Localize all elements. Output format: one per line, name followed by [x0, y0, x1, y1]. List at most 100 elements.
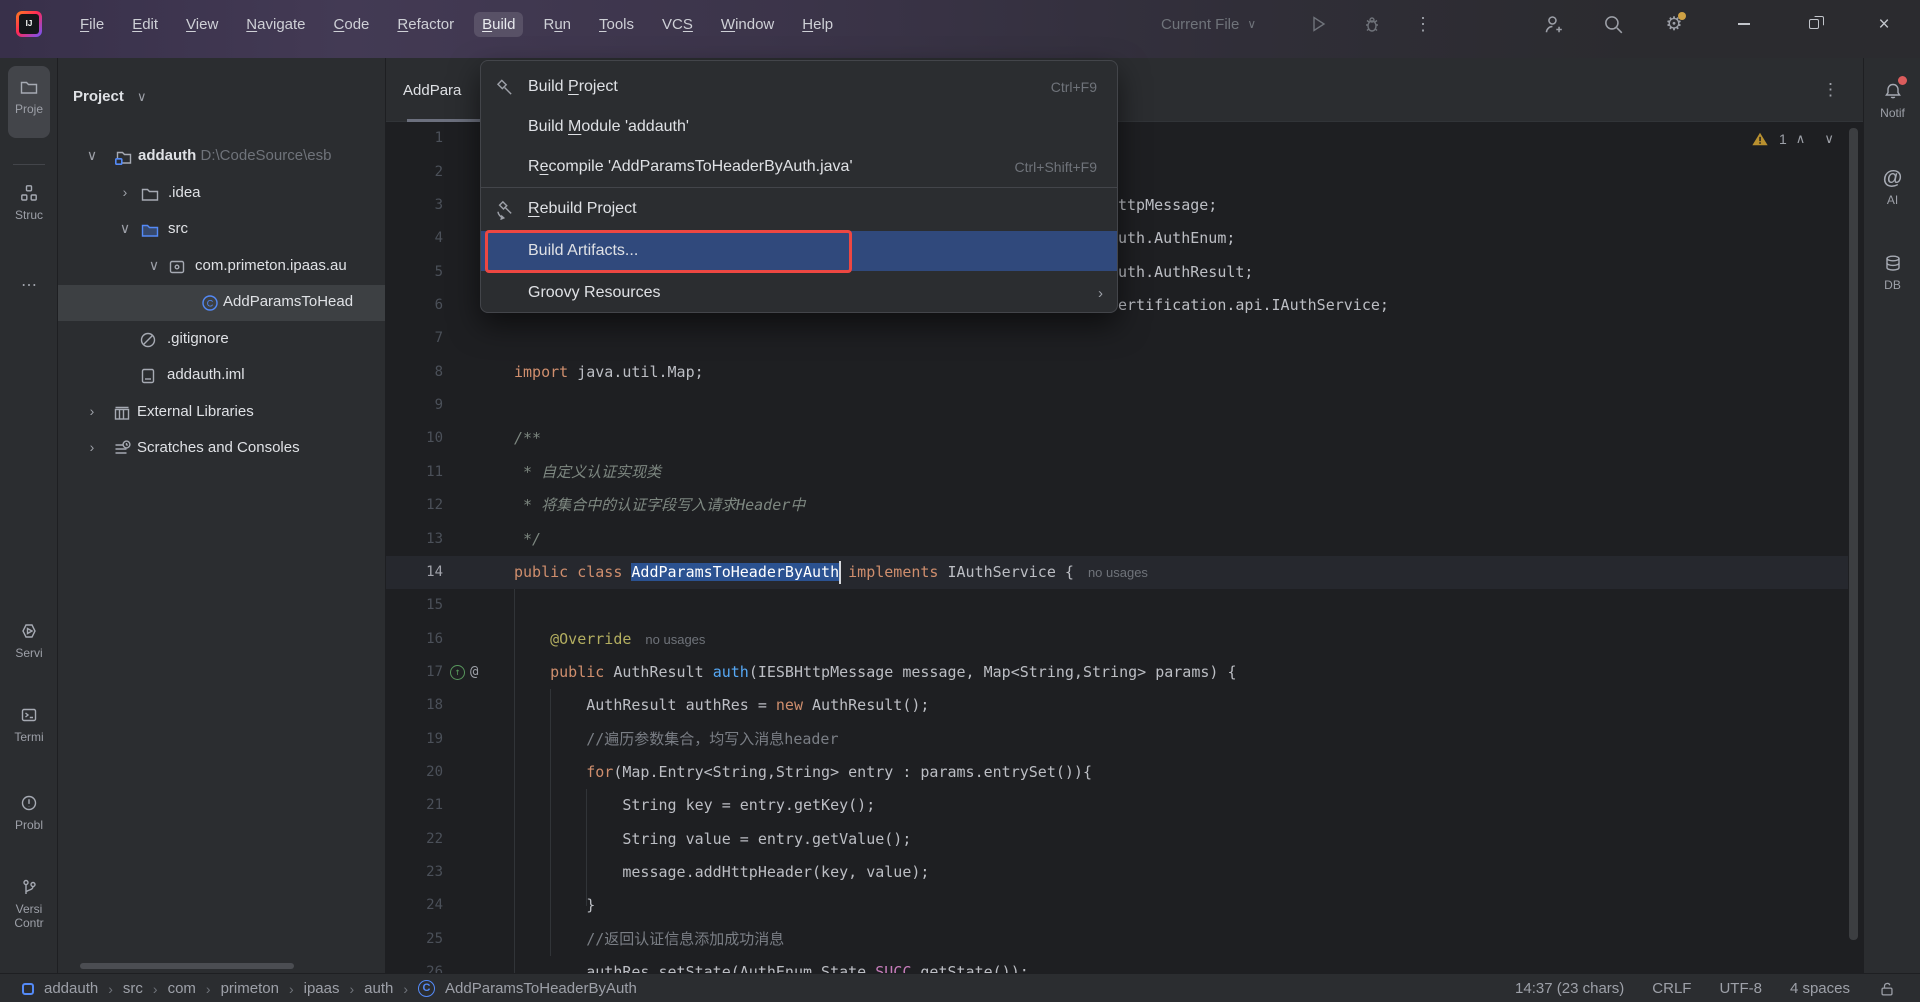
restore-button[interactable] — [1791, 0, 1837, 48]
breadcrumb-item-addparamstoheaderbyauth[interactable]: AddParamsToHeaderByAuth — [445, 980, 637, 997]
chevron-collapsed-icon[interactable]: › — [118, 184, 132, 200]
sidebar-item-label: Termi — [0, 730, 58, 744]
breadcrumb-item-primeton[interactable]: primeton — [221, 980, 279, 997]
minimize-button[interactable] — [1721, 0, 1767, 48]
tree-item-label: addauth D:\CodeSource\esb — [138, 147, 331, 164]
caret-position-widget[interactable]: 14:37 (23 chars) — [1515, 980, 1624, 997]
menu-navigate[interactable]: Navigate — [238, 12, 313, 37]
chevron-expanded-icon[interactable]: ∨ — [147, 257, 161, 274]
menu-item-build-module-addauth[interactable]: Build Module 'addauth' — [481, 107, 1117, 147]
menu-file[interactable]: File — [72, 12, 112, 37]
unlocked-icon[interactable] — [1878, 980, 1896, 998]
sidebar-item-services[interactable]: Servi — [0, 618, 58, 660]
sidebar-item-ai-assistant[interactable]: @AI — [1864, 165, 1920, 207]
line-number: 22 — [386, 823, 443, 856]
code-text: String value = entry.getValue(); — [514, 823, 911, 856]
inlay-hint[interactable]: no usages — [1088, 565, 1148, 580]
package-icon — [167, 257, 187, 277]
menu-item-rebuild-project[interactable]: Rebuild Project — [481, 189, 1117, 229]
breadcrumb-item-ipaas[interactable]: ipaas — [304, 980, 340, 997]
menu-window[interactable]: Window — [713, 12, 782, 37]
settings-button[interactable]: ⚙ — [1656, 0, 1692, 48]
sidebar-item-terminal[interactable]: Termi — [0, 702, 58, 744]
bug-icon — [1362, 14, 1382, 34]
sidebar-item-notifications[interactable]: Notif — [1864, 78, 1920, 120]
menu-item-recompile-addparamstoheaderbyauth-java[interactable]: Recompile 'AddParamsToHeaderByAuth.java'… — [481, 147, 1117, 187]
line-number: 18 — [386, 689, 443, 722]
line-number: 21 — [386, 789, 443, 822]
encoding-widget[interactable]: UTF-8 — [1719, 980, 1762, 997]
line-number: 2 — [386, 156, 443, 189]
intellij-logo-icon[interactable]: IJ — [16, 11, 42, 37]
chevron-expanded-icon[interactable]: ∨ — [85, 147, 99, 164]
line-number: 24 — [386, 889, 443, 922]
menu-view[interactable]: View — [178, 12, 226, 37]
debug-button[interactable] — [1354, 0, 1390, 48]
sidebar-item-structure[interactable]: Struc — [0, 180, 58, 222]
inlay-hint[interactable]: no usages — [645, 632, 705, 647]
folder-icon — [16, 74, 42, 100]
code-text: public AuthResult auth(IESBHttpMessage m… — [514, 656, 1236, 689]
menu-code[interactable]: Code — [326, 12, 378, 37]
menu-refactor[interactable]: Refactor — [389, 12, 462, 37]
close-button[interactable]: × — [1861, 0, 1907, 48]
tree-item-src[interactable]: ∨ src — [58, 212, 385, 248]
editor-vertical-scrollbar[interactable] — [1849, 128, 1858, 940]
sidebar-item-version-control[interactable]: VersiContr — [0, 874, 58, 930]
line-number: 26 — [386, 956, 443, 973]
annotation-gutter-icon: @ — [470, 656, 478, 689]
menu-item-groovy-resources[interactable]: Groovy Resources› — [481, 273, 1117, 313]
sidebar-item-more[interactable]: ⋯ — [0, 272, 58, 298]
menu-tools[interactable]: Tools — [591, 12, 642, 37]
code-line-26: 26 authRes.setState(AuthEnum.State_SUCC.… — [386, 956, 1848, 973]
sidebar-item-label: AI — [1864, 193, 1920, 207]
run-button[interactable] — [1299, 0, 1335, 48]
chevron-collapsed-icon[interactable]: › — [85, 403, 99, 419]
breadcrumb-item-com[interactable]: com — [168, 980, 196, 997]
menu-help[interactable]: Help — [794, 12, 841, 37]
chevron-expanded-icon[interactable]: ∨ — [118, 220, 132, 237]
code-text: authRes.setState(AuthEnum.State_SUCC.get… — [514, 956, 1029, 973]
sidebar-item-problems[interactable]: Probl — [0, 790, 58, 832]
close-icon: × — [1878, 15, 1889, 34]
code-text: } — [514, 889, 595, 922]
db-icon — [1880, 250, 1906, 276]
status-bar-widgets: 14:37 (23 chars) CRLF UTF-8 4 spaces — [1515, 974, 1896, 1002]
tree-item-idea[interactable]: ›.idea — [58, 176, 385, 212]
tree-item-external-libraries[interactable]: ›External Libraries — [58, 395, 385, 431]
breadcrumb-item-auth[interactable]: auth — [364, 980, 393, 997]
indent-widget[interactable]: 4 spaces — [1790, 980, 1850, 997]
tree-item-label: src — [168, 220, 188, 237]
search-everywhere-button[interactable] — [1595, 0, 1631, 48]
menu-edit[interactable]: Edit — [124, 12, 166, 37]
editor-options-button[interactable]: ⋮ — [1822, 58, 1839, 122]
menu-item-build-project[interactable]: Build ProjectCtrl+F9 — [481, 67, 1117, 107]
code-with-me-button[interactable] — [1535, 0, 1571, 48]
sidebar-item-database[interactable]: DB — [1864, 250, 1920, 292]
play-icon — [1307, 14, 1327, 34]
sidebar-item-project[interactable]: Proje — [0, 74, 58, 116]
menu-build[interactable]: Build — [474, 12, 523, 37]
tree-item-gitignore[interactable]: .gitignore — [58, 322, 385, 358]
overrides-method-icon[interactable]: ↑ — [450, 665, 465, 680]
submenu-arrow-icon: › — [1098, 285, 1103, 302]
tree-item-addparamstohead[interactable]: CAddParamsToHead — [58, 285, 385, 321]
tree-item-addauth-iml[interactable]: addauth.iml — [58, 358, 385, 394]
menu-run[interactable]: Run — [535, 12, 579, 37]
line-ending-widget[interactable]: CRLF — [1652, 980, 1691, 997]
more-actions-button[interactable]: ⋮ — [1405, 0, 1441, 48]
editor-tab-addparamstoheaderbyauth[interactable]: AddPara — [403, 58, 461, 122]
tree-item-com-primeton-ipaas-au[interactable]: ∨com.primeton.ipaas.au — [58, 249, 385, 285]
breadcrumb-item-addauth[interactable]: addauth — [44, 980, 98, 997]
project-horizontal-scrollbar[interactable] — [80, 963, 294, 969]
breadcrumb-item-src[interactable]: src — [123, 980, 143, 997]
project-folder-icon — [113, 147, 133, 167]
chevron-down-icon[interactable]: ∨ — [137, 89, 147, 105]
chevron-collapsed-icon[interactable]: › — [85, 439, 99, 455]
tree-item-scratches-and-consoles[interactable]: ›Scratches and Consoles — [58, 431, 385, 467]
bell-icon — [1880, 78, 1906, 104]
code-text: @Overrideno usages — [514, 623, 705, 656]
run-configuration-selector[interactable]: Current File ∨ — [1161, 0, 1256, 48]
menu-vcs[interactable]: VCS — [654, 12, 701, 37]
tree-item-addauth[interactable]: ∨ addauth D:\CodeSource\esb — [58, 139, 385, 175]
